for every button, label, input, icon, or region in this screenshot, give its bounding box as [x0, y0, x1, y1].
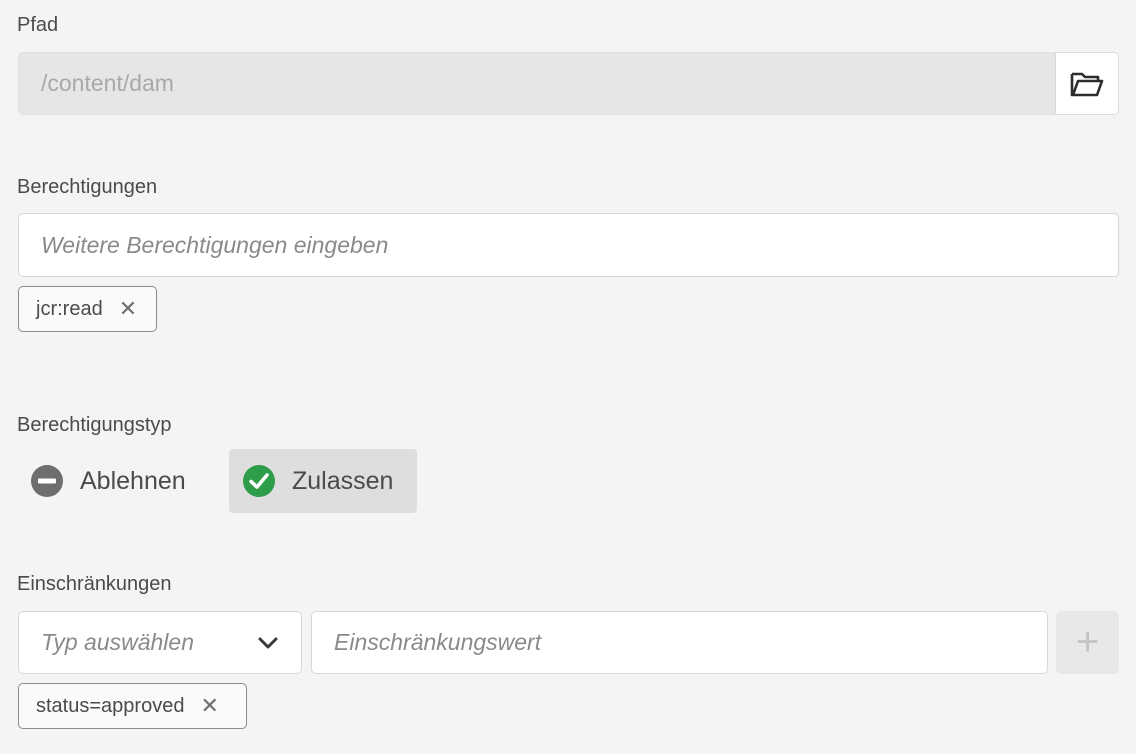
permissions-label: Berechtigungen — [17, 176, 158, 198]
permissions-input[interactable]: Weitere Berechtigungen eingeben — [18, 213, 1119, 277]
option-allow[interactable]: Zulassen — [229, 449, 417, 513]
restriction-type-select[interactable]: Typ auswählen — [18, 611, 302, 674]
remove-restriction-tag-icon[interactable]: ✕ — [200, 695, 218, 717]
restriction-type-placeholder: Typ auswählen — [41, 629, 194, 655]
path-field[interactable]: /content/dam — [18, 52, 1056, 115]
restriction-value-placeholder: Einschränkungswert — [334, 629, 542, 655]
chevron-down-icon — [258, 637, 278, 648]
browse-path-button[interactable] — [1055, 52, 1119, 115]
permission-tag-text: jcr:read — [36, 297, 103, 320]
restriction-tag-text: status=approved — [36, 694, 185, 717]
restrictions-label: Einschränkungen — [17, 573, 172, 595]
option-deny-label: Ablehnen — [80, 466, 186, 495]
remove-permission-tag-icon[interactable]: ✕ — [119, 298, 137, 320]
plus-icon: + — [1075, 620, 1100, 664]
folder-open-icon — [1070, 72, 1104, 96]
permissions-placeholder: Weitere Berechtigungen eingeben — [41, 231, 389, 258]
path-value: /content/dam — [41, 70, 174, 96]
checkmark-circle-icon — [243, 465, 275, 497]
add-restriction-button[interactable]: + — [1056, 611, 1119, 674]
permission-type-label: Berechtigungstyp — [17, 414, 172, 436]
path-label: Pfad — [17, 14, 59, 36]
restriction-tag: status=approved ✕ — [18, 683, 247, 729]
minus-circle-icon — [31, 465, 63, 497]
restriction-value-input[interactable]: Einschränkungswert — [311, 611, 1048, 674]
permission-tag: jcr:read ✕ — [18, 286, 157, 332]
option-deny[interactable]: Ablehnen — [18, 449, 214, 513]
option-allow-label: Zulassen — [292, 466, 394, 495]
